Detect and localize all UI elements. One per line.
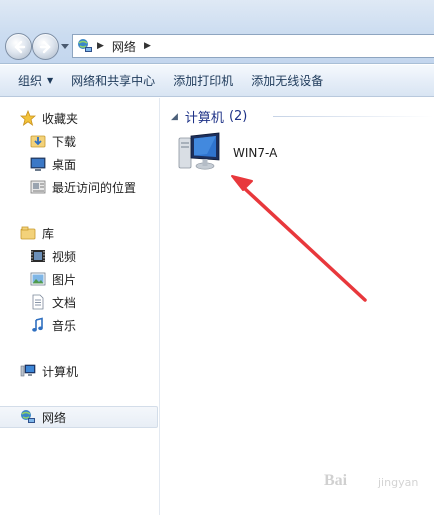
sidebar-item-label: 收藏夹 bbox=[42, 111, 79, 126]
video-icon bbox=[31, 250, 45, 262]
group-count: (2) bbox=[228, 109, 248, 124]
add-printer-button[interactable]: 添加打印机 bbox=[164, 65, 242, 97]
network-icon bbox=[21, 410, 35, 423]
watermark-subtext: jingyan bbox=[378, 476, 419, 489]
network-icon bbox=[78, 39, 92, 52]
document-icon bbox=[32, 294, 44, 310]
collapse-caret-icon[interactable]: ◢ bbox=[171, 112, 178, 122]
command-bar: 组织 ▼ 网络和共享中心 添加打印机 添加无线设备 bbox=[0, 65, 434, 97]
network-computer-item[interactable]: WIN7-A bbox=[177, 132, 277, 174]
sidebar-item-downloads[interactable]: 下载 bbox=[0, 130, 158, 152]
address-bar[interactable]: ▶ 网络 ▶ bbox=[72, 34, 434, 58]
breadcrumb-location[interactable]: 网络 bbox=[112, 38, 136, 55]
group-divider bbox=[273, 116, 433, 117]
back-button[interactable] bbox=[5, 33, 32, 60]
sidebar-item-label: 下载 bbox=[52, 134, 77, 149]
star-icon bbox=[20, 110, 36, 126]
sidebar-item-computer[interactable]: 计算机 bbox=[0, 360, 158, 382]
sidebar-item-documents[interactable]: 文档 bbox=[0, 291, 158, 313]
computer-icon bbox=[20, 364, 36, 377]
back-arrow-icon bbox=[14, 40, 26, 54]
sidebar-item-label: 计算机 bbox=[42, 364, 79, 379]
group-title: 计算机 bbox=[184, 111, 224, 126]
sidebar-item-label: 最近访问的位置 bbox=[52, 180, 137, 195]
sidebar-item-desktop[interactable]: 桌面 bbox=[0, 153, 158, 175]
forward-arrow-icon bbox=[39, 40, 51, 54]
library-icon bbox=[20, 226, 36, 240]
chevron-down-icon: ▼ bbox=[47, 76, 54, 85]
sidebar-item-favorites[interactable]: 收藏夹 bbox=[0, 107, 158, 129]
organize-label: 组织 bbox=[18, 74, 43, 88]
breadcrumb-separator-icon[interactable]: ▶ bbox=[97, 41, 104, 51]
breadcrumb-chevron-icon[interactable]: ▶ bbox=[144, 41, 151, 51]
sidebar-item-label: 库 bbox=[42, 226, 55, 241]
watermark-logo: Bai jingyan bbox=[318, 466, 430, 496]
desktop-icon bbox=[30, 157, 46, 171]
add-wireless-device-button[interactable]: 添加无线设备 bbox=[242, 65, 332, 97]
sidebar-item-label: 文档 bbox=[52, 295, 77, 310]
download-folder-icon bbox=[30, 135, 46, 148]
sidebar-item-label: 音乐 bbox=[52, 318, 77, 333]
network-sharing-center-button[interactable]: 网络和共享中心 bbox=[62, 65, 164, 97]
music-icon bbox=[32, 317, 43, 332]
sidebar-item-network[interactable]: 网络 bbox=[0, 406, 158, 428]
organize-menu-button[interactable]: 组织 ▼ bbox=[0, 65, 62, 97]
sidebar-item-pictures[interactable]: 图片 bbox=[0, 268, 158, 290]
recent-pages-dropdown-icon[interactable] bbox=[61, 44, 69, 50]
content-pane: ◢ 计算机 (2) WIN7-A bbox=[161, 98, 434, 515]
computer-icon bbox=[178, 132, 220, 170]
navigation-pane: 收藏夹 下载 桌面 最近访问的位置 库 视频 图片 文档 音乐 计算机 网络 bbox=[0, 98, 160, 515]
recent-places-icon bbox=[30, 180, 46, 194]
sidebar-item-label: 网络 bbox=[42, 410, 67, 425]
title-bar: ▶ 网络 ▶ bbox=[0, 0, 434, 64]
sidebar-item-label: 视频 bbox=[52, 249, 77, 264]
sidebar-item-label: 图片 bbox=[52, 272, 77, 287]
sidebar-item-libraries[interactable]: 库 bbox=[0, 222, 158, 244]
forward-button[interactable] bbox=[32, 33, 59, 60]
sidebar-item-recent-places[interactable]: 最近访问的位置 bbox=[0, 176, 158, 198]
sidebar-item-videos[interactable]: 视频 bbox=[0, 245, 158, 267]
computer-name: WIN7-A bbox=[233, 146, 278, 160]
sidebar-item-music[interactable]: 音乐 bbox=[0, 314, 158, 336]
group-header-computers[interactable]: ◢ 计算机 (2) bbox=[171, 107, 247, 126]
watermark-text: Bai bbox=[324, 472, 348, 489]
sidebar-item-label: 桌面 bbox=[52, 157, 77, 172]
picture-icon bbox=[30, 272, 46, 286]
